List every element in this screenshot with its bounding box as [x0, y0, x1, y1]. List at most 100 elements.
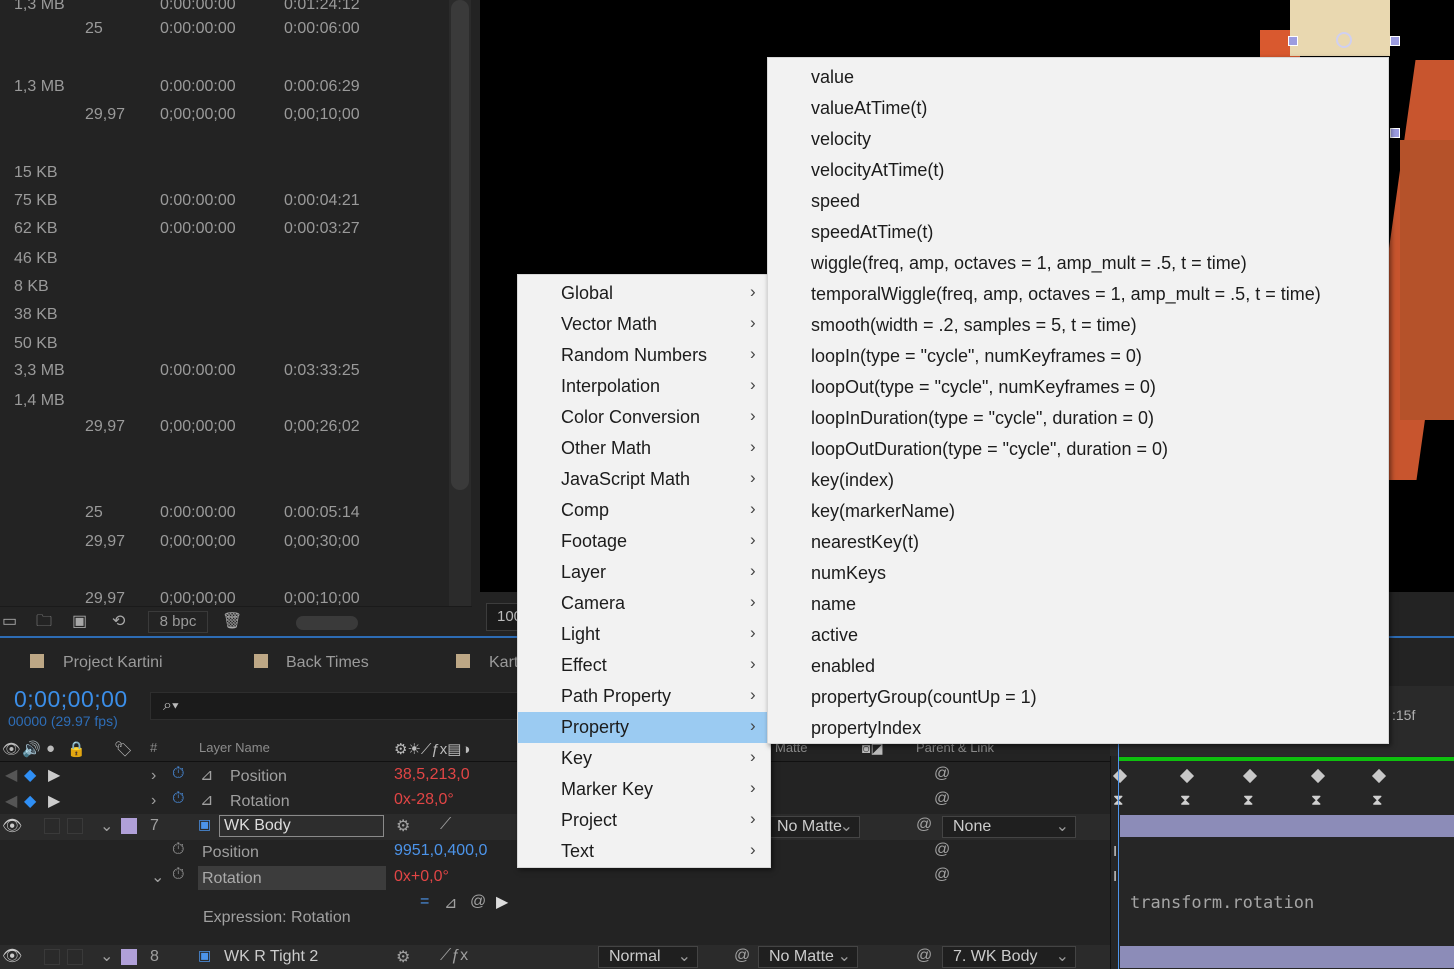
graph-icon[interactable]: ⊿ [200, 765, 213, 785]
next-keyframe-icon[interactable]: ▶ [48, 765, 60, 785]
layer-duration-bar[interactable] [1120, 815, 1454, 837]
project-item-row[interactable]: 25 0:00:00:00 0:00:06:00 [0, 16, 448, 44]
next-keyframe-icon[interactable]: ▶ [48, 791, 60, 811]
shy-switch-icon[interactable]: ⚙ [396, 816, 410, 836]
transform-handle[interactable] [1390, 36, 1400, 46]
menu-item-key[interactable]: Key › [518, 743, 770, 774]
project-item-row[interactable]: 50 KB [0, 331, 448, 359]
label-tag-icon[interactable]: 🏷 [114, 740, 133, 758]
menu-item-footage[interactable]: Footage › [518, 526, 770, 557]
pick-whip-icon[interactable]: @ [916, 816, 932, 834]
submenu-item[interactable]: loopInDuration(type = "cycle", duration … [768, 403, 1388, 434]
menu-item-comp[interactable]: Comp › [518, 495, 770, 526]
interpret-footage-icon[interactable]: ▭ [2, 613, 17, 631]
work-area-bar[interactable] [1118, 757, 1454, 761]
column-layer-name[interactable]: Layer Name [199, 740, 270, 755]
menu-item-marker-key[interactable]: Marker Key › [518, 774, 770, 805]
menu-item-global[interactable]: Global › [518, 278, 770, 309]
stopwatch-icon[interactable]: ⏱ [172, 765, 184, 783]
project-item-row[interactable]: 46 KB [0, 246, 448, 274]
submenu-item[interactable]: key(markerName) [768, 496, 1388, 527]
submenu-item[interactable]: wiggle(freq, amp, octaves = 1, amp_mult … [768, 248, 1388, 279]
audio-icon[interactable]: 🔊 [22, 740, 41, 758]
submenu-item[interactable]: active [768, 620, 1388, 651]
submenu-item[interactable]: speed [768, 186, 1388, 217]
position-value[interactable]: 38,5,213,0 [394, 766, 470, 784]
keyframe-indicator-icon[interactable]: ◆ [24, 791, 36, 811]
position-value[interactable]: 9951,0,400,0 [394, 842, 487, 860]
submenu-item[interactable]: loopOut(type = "cycle", numKeyframes = 0… [768, 372, 1388, 403]
layer-name[interactable]: WK Body [224, 817, 291, 835]
track-matte-dropdown[interactable]: No Matte ⌄ [766, 816, 860, 838]
keyframe-hold-icon[interactable]: I [1113, 843, 1117, 860]
expression-editor[interactable]: transform.rotation [1130, 893, 1314, 913]
parent-dropdown[interactable]: 7. WK Body ⌄ [942, 946, 1076, 968]
menu-item-vector-math[interactable]: Vector Math › [518, 309, 770, 340]
flowchart-icon[interactable]: ⟲ [112, 613, 125, 631]
keyframe-hold-icon[interactable]: ⧗ [1243, 792, 1254, 809]
collapse-chevron-icon[interactable]: ⌄ [100, 816, 113, 836]
submenu-item[interactable]: temporalWiggle(freq, amp, octaves = 1, a… [768, 279, 1388, 310]
solo-toggle[interactable] [44, 949, 60, 965]
layer-name[interactable]: WK R Tight 2 [224, 948, 318, 966]
pick-whip-icon[interactable]: @ [934, 866, 950, 884]
transform-handle[interactable] [1288, 36, 1298, 46]
project-scrollbar-thumb[interactable] [451, 0, 469, 490]
quality-fx-icon[interactable]: ⟋ƒx [440, 947, 468, 965]
pick-whip-icon[interactable]: @ [934, 765, 950, 783]
new-folder-icon[interactable]: 🗀 [36, 613, 52, 631]
submenu-item[interactable]: velocityAtTime(t) [768, 155, 1388, 186]
bit-depth-button[interactable]: 8 bpc [148, 611, 208, 633]
project-item-row[interactable]: 38 KB [0, 302, 448, 330]
expression-pickwhip-icon[interactable]: @ [470, 893, 486, 911]
rotation-value[interactable]: 0x+0,0° [394, 868, 449, 886]
project-item-row[interactable]: 3,3 MB 0:00:00:00 0:03:33:25 [0, 358, 448, 386]
blend-mode-dropdown[interactable]: Normal ⌄ [598, 946, 698, 968]
graph-icon[interactable]: ⊿ [200, 790, 213, 810]
switches-icon[interactable]: ⚙☀⟋ƒx▤◑ [394, 740, 470, 758]
menu-item-random-numbers[interactable]: Random Numbers › [518, 340, 770, 371]
project-item-row[interactable]: 62 KB 0:00:00:00 0:00:03:27 [0, 216, 448, 244]
lock-toggle[interactable] [67, 949, 83, 965]
pick-whip-icon[interactable]: @ [934, 841, 950, 859]
project-item-row[interactable]: 29,97 0;00;00;00 0;00;10;00 [0, 102, 448, 130]
shy-switch-icon[interactable]: ⚙ [396, 947, 410, 967]
prev-keyframe-icon[interactable]: ◀ [5, 765, 17, 785]
pick-whip-icon[interactable]: @ [934, 790, 950, 808]
thumbnail-size-slider[interactable] [296, 616, 358, 630]
expand-chevron-icon[interactable]: › [151, 792, 156, 810]
menu-item-effect[interactable]: Effect › [518, 650, 770, 681]
stopwatch-icon[interactable]: ⏱ [172, 841, 184, 859]
project-item-row[interactable]: 29,97 0;00;00;00 0;00;30;00 [0, 529, 448, 557]
lock-icon[interactable]: 🔒 [67, 740, 86, 758]
transform-handle[interactable] [1390, 128, 1400, 138]
submenu-item[interactable]: valueAtTime(t) [768, 93, 1388, 124]
lock-toggle[interactable] [67, 818, 83, 834]
current-time-display[interactable]: 0;00;00;00 [14, 686, 128, 713]
parent-dropdown[interactable]: None ⌄ [942, 816, 1076, 838]
trash-icon[interactable]: 🗑 [222, 613, 242, 631]
expression-enable-icon[interactable]: = [420, 893, 429, 911]
eye-icon[interactable]: 👁 [2, 740, 21, 758]
project-item-row[interactable]: 25 0:00:00:00 0:00:05:14 [0, 500, 448, 528]
tab-back-times[interactable]: Back Times [286, 654, 369, 672]
timeline-search-input[interactable]: ⌕▾ [150, 692, 520, 720]
solo-toggle[interactable] [44, 818, 60, 834]
menu-item-interpolation[interactable]: Interpolation › [518, 371, 770, 402]
menu-item-javascript-math[interactable]: JavaScript Math › [518, 464, 770, 495]
keyframe-hold-icon[interactable]: ⧗ [1311, 792, 1322, 809]
submenu-item[interactable]: smooth(width = .2, samples = 5, t = time… [768, 310, 1388, 341]
collapse-chevron-icon[interactable]: ⌄ [100, 946, 113, 966]
submenu-item[interactable]: nearestKey(t) [768, 527, 1388, 558]
keyframe-indicator-icon[interactable]: ◆ [24, 765, 36, 785]
menu-item-project[interactable]: Project › [518, 805, 770, 836]
project-item-row[interactable]: 1,4 MB [0, 388, 448, 416]
submenu-item[interactable]: enabled [768, 651, 1388, 682]
solo-icon[interactable]: ● [46, 740, 55, 757]
submenu-item[interactable]: speedAtTime(t) [768, 217, 1388, 248]
visibility-eye-icon[interactable]: 👁 [2, 946, 22, 966]
prev-keyframe-icon[interactable]: ◀ [5, 791, 17, 811]
submenu-item[interactable]: loopIn(type = "cycle", numKeyframes = 0) [768, 341, 1388, 372]
expand-chevron-icon[interactable]: › [151, 767, 156, 785]
menu-item-other-math[interactable]: Other Math › [518, 433, 770, 464]
